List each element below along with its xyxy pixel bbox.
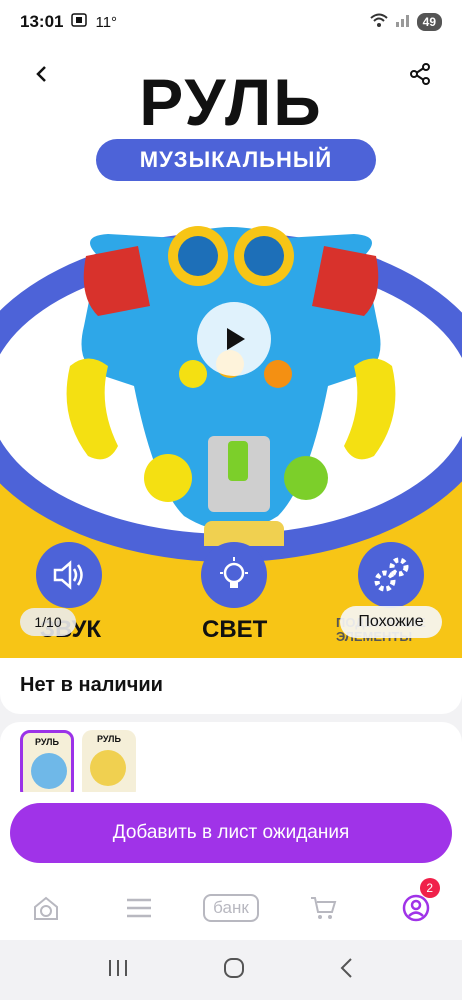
- product-image-subtitle: МУЗЫКАЛЬНЫЙ: [96, 139, 376, 181]
- add-to-waitlist-button[interactable]: Добавить в лист ожидания: [10, 803, 452, 863]
- status-bar: 13:01 11° 49: [0, 0, 462, 44]
- home-button[interactable]: [223, 957, 245, 984]
- feature-sound-badge: [36, 542, 102, 608]
- image-thumbnails: РУЛЬ РУЛЬ: [0, 722, 462, 802]
- gears-icon: [374, 557, 409, 592]
- bulb-icon: [220, 557, 248, 588]
- tab-profile[interactable]: 2: [386, 878, 446, 928]
- toy-steering-wheel-image: [66, 226, 396, 546]
- tab-catalog[interactable]: [109, 888, 169, 928]
- notification-badge: 2: [419, 878, 440, 898]
- status-time: 13:01: [20, 12, 64, 31]
- tab-bank[interactable]: банк: [201, 888, 261, 928]
- thumbnail-title: РУЛЬ: [97, 734, 121, 744]
- signal-icon: [395, 12, 411, 33]
- system-back-button[interactable]: [339, 957, 355, 984]
- thumbnail-item[interactable]: РУЛЬ: [82, 730, 136, 800]
- system-nav-bar: [0, 940, 462, 1000]
- similar-button[interactable]: Похожие: [340, 606, 442, 638]
- product-image-title: РУЛЬ: [139, 65, 323, 139]
- recent-apps-button[interactable]: [107, 958, 129, 983]
- wifi-icon: [369, 12, 389, 33]
- screen-record-icon: [71, 12, 88, 33]
- play-video-button[interactable]: [197, 302, 271, 376]
- speaker-icon: [53, 560, 83, 590]
- cart-icon: [311, 897, 337, 919]
- stock-status: Нет в наличии: [0, 658, 462, 714]
- tab-cart[interactable]: [293, 888, 353, 928]
- feature-light-label: СВЕТ: [202, 616, 268, 643]
- share-button[interactable]: [396, 50, 444, 98]
- back-button[interactable]: [18, 50, 66, 98]
- product-image-gallery[interactable]: РУЛЬ МУЗЫКАЛЬНЫЙ СВЕТ 1/10 Похожие: [0, 44, 462, 658]
- bottom-tab-bar: банк 2: [0, 876, 462, 940]
- bank-label: банк: [203, 894, 259, 922]
- home-icon: [224, 957, 244, 978]
- tab-home[interactable]: [16, 888, 76, 928]
- status-temperature: 11°: [95, 13, 118, 31]
- thumbnail-item[interactable]: РУЛЬ: [20, 730, 74, 800]
- feature-moving-parts-badge: [358, 542, 424, 608]
- home-search-icon: [34, 896, 59, 920]
- profile-icon: [402, 894, 429, 922]
- back-arrow-icon: [340, 957, 352, 978]
- chevron-left-icon: [36, 66, 46, 82]
- recent-apps-icon: [109, 959, 127, 976]
- thumbnail-title: РУЛЬ: [35, 737, 59, 747]
- battery-indicator: 49: [416, 13, 442, 31]
- share-icon: [410, 63, 430, 85]
- play-icon: [227, 328, 245, 350]
- menu-icon: [126, 898, 151, 918]
- feature-light-badge: [201, 542, 267, 608]
- image-counter: 1/10: [20, 608, 76, 636]
